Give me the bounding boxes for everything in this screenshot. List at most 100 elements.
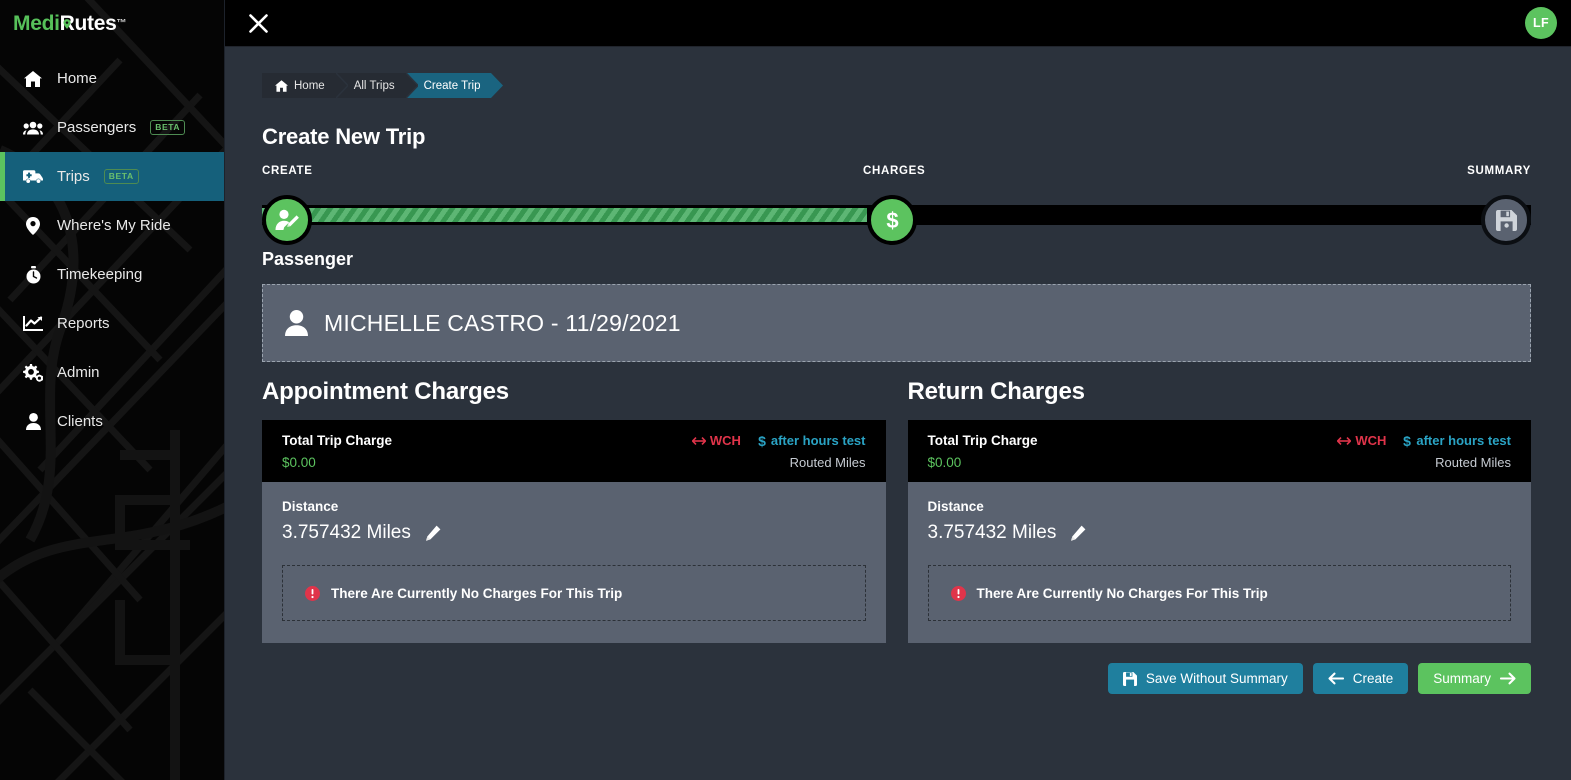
total-trip-charge-label: Total Trip Charge [282, 433, 393, 448]
svg-text:$: $ [758, 434, 766, 448]
sidebar-item-home[interactable]: Home [0, 54, 224, 103]
save-icon [1495, 209, 1517, 231]
sidebar-item-clients[interactable]: Clients [0, 397, 224, 446]
home-icon [23, 70, 43, 87]
distance-value: 3.757432 Miles [282, 522, 411, 543]
total-trip-charge-amount: $0.00 [927, 455, 962, 470]
arrows-left-right-icon [691, 436, 706, 446]
routed-miles-label: Routed Miles [1435, 455, 1511, 470]
sidebar-item-label: Clients [57, 413, 103, 430]
home-icon [275, 79, 288, 92]
routed-miles-label: Routed Miles [789, 455, 866, 470]
beta-badge: BETA [103, 169, 139, 184]
button-label: Summary [1433, 671, 1491, 686]
ambulance-icon [23, 169, 43, 184]
map-pin-icon [23, 216, 43, 235]
sidebar-item-trips[interactable]: Trips BETA [0, 152, 224, 201]
create-button[interactable]: Create [1312, 663, 1409, 694]
chevron-right-icon [335, 73, 348, 98]
no-charges-banner: There Are Currently No Charges For This … [927, 565, 1511, 621]
no-charges-text: There Are Currently No Charges For This … [331, 585, 623, 601]
brand-name-part2: R [60, 12, 75, 36]
sidebar-item-reports[interactable]: Reports [0, 299, 224, 348]
step-label-create: CREATE [262, 165, 313, 177]
wch-flag[interactable]: WCH [1337, 433, 1386, 448]
breadcrumb-label: Create Trip [423, 79, 481, 92]
charge-card-header: Total Trip Charge $0.00 WCH $ after hour… [262, 420, 886, 482]
distance-block: Distance 3.757432 Miles [908, 482, 1532, 544]
step-node-summary[interactable] [1481, 195, 1531, 245]
return-charges-title: Return Charges [907, 378, 1085, 405]
wch-label: WCH [1355, 433, 1387, 448]
sidebar-item-timekeeping[interactable]: Timekeeping [0, 250, 224, 299]
arrow-right-icon [1500, 672, 1516, 685]
stepper-track-fill [262, 208, 867, 222]
sidebar-item-label: Where's My Ride [57, 217, 171, 234]
wch-label: WCH [709, 433, 741, 448]
step-label-summary: SUMMARY [1467, 165, 1531, 177]
sidebar-item-label: Trips [57, 168, 90, 185]
dollar-icon: $ [758, 434, 766, 448]
after-hours-label: after hours test [1416, 433, 1511, 448]
appointment-charges-column: Appointment Charges Total Trip Charge $0… [262, 378, 886, 643]
distance-block: Distance 3.757432 Miles [262, 482, 886, 544]
chevron-right-icon [491, 73, 504, 98]
sidebar-item-admin[interactable]: Admin [0, 348, 224, 397]
step-node-create[interactable] [262, 195, 312, 245]
after-hours-flag[interactable]: $ after hours test [1403, 433, 1511, 448]
button-label: Save Without Summary [1145, 671, 1288, 686]
sidebar: MediRutes™ Home Passengers BETA [0, 0, 225, 780]
exclamation-circle-icon [950, 585, 966, 601]
charge-card-header: Total Trip Charge $0.00 WCH $ after hour… [907, 420, 1531, 482]
user-icon [23, 413, 43, 430]
avatar[interactable]: LF [1525, 7, 1557, 39]
save-without-summary-button[interactable]: Save Without Summary [1107, 663, 1303, 694]
sidebar-item-label: Home [57, 70, 98, 87]
appointment-charge-card: Total Trip Charge $0.00 WCH $ after hour… [262, 420, 886, 643]
breadcrumb: Home All Trips Create Trip [262, 73, 1531, 98]
appointment-charges-title: Appointment Charges [262, 378, 509, 405]
sidebar-item-label: Timekeeping [57, 266, 143, 283]
user-edit-icon [275, 209, 300, 231]
charge-flags-block: WCH $ after hours test Routed Miles [1337, 433, 1511, 470]
distance-value: 3.757432 Miles [927, 522, 1057, 543]
save-icon [1122, 671, 1137, 686]
arrow-left-icon [1328, 672, 1344, 685]
stepper-track: $ [262, 195, 1531, 245]
wch-flag[interactable]: WCH [691, 433, 741, 448]
stepper-labels: CREATE CHARGES SUMMARY [262, 165, 1531, 181]
chart-line-icon [23, 316, 43, 331]
brand-logo[interactable]: MediRutes™ [0, 0, 224, 47]
breadcrumb-item-home[interactable]: Home [262, 73, 348, 98]
main-content: Home All Trips Create Trip Create New Tr… [225, 47, 1571, 780]
page-title: Create New Trip [262, 124, 426, 149]
breadcrumb-item-create-trip[interactable]: Create Trip [405, 73, 504, 98]
distance-label: Distance [927, 499, 984, 514]
total-trip-charge-label: Total Trip Charge [927, 433, 1038, 448]
sidebar-item-wheres-my-ride[interactable]: Where's My Ride [0, 201, 224, 250]
charges-row: Appointment Charges Total Trip Charge $0… [262, 378, 1531, 643]
stopwatch-icon [23, 265, 43, 284]
return-charges-column: Return Charges Total Trip Charge $0.00 W… [907, 378, 1532, 643]
return-charge-card: Total Trip Charge $0.00 WCH $ after hour… [907, 420, 1532, 643]
step-node-charges[interactable]: $ [867, 195, 917, 245]
after-hours-flag[interactable]: $ after hours test [758, 433, 866, 448]
brand-name-part1: Medi [13, 11, 60, 35]
edit-pencil-icon[interactable] [1070, 525, 1086, 541]
passenger-card[interactable]: MICHELLE CASTRO - 11/29/2021 [262, 284, 1531, 362]
sidebar-item-passengers[interactable]: Passengers BETA [0, 103, 224, 152]
edit-pencil-icon[interactable] [425, 525, 441, 541]
progress-stepper: CREATE CHARGES SUMMARY $ [262, 165, 1531, 245]
svg-text:$: $ [886, 208, 898, 232]
users-icon [23, 121, 43, 135]
gears-icon [23, 363, 43, 382]
sidebar-item-label: Reports [57, 315, 110, 332]
summary-button[interactable]: Summary [1418, 663, 1531, 694]
close-icon[interactable] [243, 8, 273, 38]
total-trip-charge-amount: $0.00 [282, 455, 316, 470]
sidebar-item-label: Passengers [57, 119, 137, 136]
step-label-charges: CHARGES [863, 165, 926, 177]
total-trip-charge-block: Total Trip Charge $0.00 [928, 433, 1038, 470]
no-charges-banner: There Are Currently No Charges For This … [282, 565, 866, 621]
after-hours-label: after hours test [770, 433, 866, 448]
